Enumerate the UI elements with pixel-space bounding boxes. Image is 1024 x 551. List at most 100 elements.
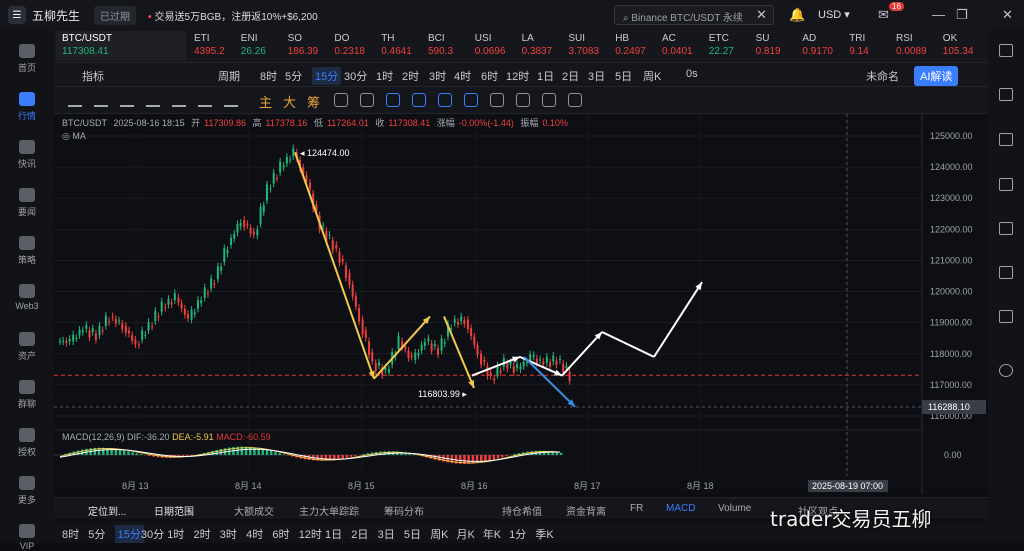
toolbar-item-16[interactable]: 周K — [643, 68, 661, 84]
period-11[interactable]: 2日 — [351, 526, 368, 542]
period-8[interactable]: 6时 — [272, 526, 289, 542]
expired-badge[interactable]: 已过期 — [94, 6, 136, 25]
minimize-icon[interactable]: — — [932, 7, 945, 22]
toolbar-item-1[interactable]: 周期 — [218, 68, 240, 84]
toolbar-item-15[interactable]: 5日 — [615, 68, 632, 84]
period-18[interactable]: 季K — [535, 526, 553, 542]
toolbar-item-3[interactable]: 5分 — [285, 68, 302, 84]
layout-select[interactable]: 未命名 — [866, 68, 899, 84]
draw-tool-icon[interactable] — [146, 93, 160, 107]
order-icon[interactable] — [999, 133, 1013, 146]
ticker-item[interactable]: SU0.819 — [756, 33, 796, 57]
draw-label-2[interactable]: 筹 — [307, 92, 320, 111]
ticker-item[interactable]: OK105.34 — [943, 33, 983, 57]
ticker-item[interactable]: USI0.0696 — [475, 33, 515, 57]
history-icon[interactable] — [999, 364, 1013, 377]
toolbar-item-6[interactable]: 1时 — [376, 68, 393, 84]
toolbar-item-14[interactable]: 3日 — [588, 68, 605, 84]
indicator-tab-4[interactable]: 筹码分布 — [384, 503, 424, 518]
toolbar-item-4[interactable]: 15分 — [312, 67, 341, 85]
toolbar-item-12[interactable]: 1日 — [537, 68, 554, 84]
period-0[interactable]: 8时 — [62, 526, 79, 542]
ticker-item[interactable]: TRI9.14 — [849, 33, 889, 57]
toolbar-item-9[interactable]: 4时 — [454, 68, 471, 84]
ticker-item[interactable]: BTC/USDT117308.41 — [56, 31, 186, 61]
nav-item-3[interactable]: 要闻 — [0, 188, 54, 218]
search-input[interactable]: ⌕ Binance BTC/USDT 永续 — [614, 5, 774, 25]
info-icon[interactable] — [999, 222, 1013, 235]
indicator-tab-9[interactable]: Volume — [718, 503, 751, 514]
nav-item-1[interactable]: 行情 — [0, 92, 54, 122]
indicator-tab-7[interactable]: FR — [630, 503, 643, 514]
period-16[interactable]: 年K — [483, 526, 501, 542]
grid-icon[interactable] — [999, 310, 1013, 323]
period-2[interactable]: 15分 — [115, 525, 144, 543]
draw-tool-icon[interactable] — [68, 93, 82, 107]
draw-label-1[interactable]: 大 — [283, 92, 296, 111]
period-6[interactable]: 3时 — [220, 526, 237, 542]
book-icon[interactable] — [999, 266, 1013, 279]
indicator-tab-2[interactable]: 大额成交 — [234, 503, 274, 518]
currency-select[interactable]: USD ▾ — [818, 8, 850, 21]
ticker-item[interactable]: AD0.9170 — [802, 33, 842, 57]
ticker-item[interactable]: SUI3.7083 — [568, 33, 608, 57]
ticker-item[interactable]: AC0.0401 — [662, 33, 702, 57]
nav-item-10[interactable]: VIP — [0, 524, 54, 551]
period-13[interactable]: 5日 — [404, 526, 421, 542]
tool-icon[interactable] — [438, 93, 452, 107]
period-17[interactable]: 1分 — [509, 526, 526, 542]
tool-icon[interactable] — [490, 93, 504, 107]
ticker-item[interactable]: LA0.3837 — [522, 33, 562, 57]
maximize-icon[interactable]: ❐ — [956, 7, 968, 23]
period-10[interactable]: 1日 — [325, 526, 342, 542]
toolbar-item-17[interactable]: 0s — [686, 68, 698, 80]
draw-tool-icon[interactable] — [198, 93, 212, 107]
nav-item-2[interactable]: 快讯 — [0, 140, 54, 170]
ticker-item[interactable]: RSI0.0089 — [896, 33, 936, 57]
tool-icon[interactable] — [542, 93, 556, 107]
chart-icon[interactable] — [999, 178, 1013, 191]
close-search-icon[interactable]: ✕ — [756, 7, 767, 23]
ticker-item[interactable]: HB0.2497 — [615, 33, 655, 57]
ticker-item[interactable]: TH0.4641 — [381, 33, 421, 57]
period-7[interactable]: 4时 — [246, 526, 263, 542]
draw-tool-icon[interactable] — [224, 93, 238, 107]
period-3[interactable]: 30分 — [141, 526, 164, 542]
ticker-item[interactable]: BCI590.3 — [428, 33, 468, 57]
ma-legend[interactable]: ◎ MA — [62, 131, 86, 142]
ticker-item[interactable]: SO186.39 — [288, 33, 328, 57]
tool-icon[interactable] — [568, 93, 582, 107]
tool-icon[interactable] — [360, 93, 374, 107]
mail-icon[interactable]: ✉ — [878, 7, 889, 23]
ticker-item[interactable]: DO0.2318 — [334, 33, 374, 57]
nav-item-8[interactable]: 授权 — [0, 428, 54, 458]
draw-label-0[interactable]: 主 — [259, 92, 272, 111]
indicator-tab-6[interactable]: 资金背离 — [566, 503, 606, 518]
period-12[interactable]: 3日 — [378, 526, 395, 542]
bell-icon[interactable]: 🔔 — [789, 7, 805, 23]
period-1[interactable]: 5分 — [88, 526, 105, 542]
draw-tool-icon[interactable] — [172, 93, 186, 107]
ticker-item[interactable]: ETI4395.2 — [194, 33, 234, 57]
tool-icon[interactable] — [412, 93, 426, 107]
ticker-item[interactable]: ENI26.26 — [241, 33, 281, 57]
indicator-tab-3[interactable]: 主力大单踪踪 — [299, 503, 359, 518]
tool-icon[interactable] — [516, 93, 530, 107]
nav-item-5[interactable]: Web3 — [0, 284, 54, 311]
toolbar-item-7[interactable]: 2时 — [402, 68, 419, 84]
nav-item-6[interactable]: 资产 — [0, 332, 54, 362]
ai-button[interactable]: AI解读 — [914, 66, 958, 86]
toolbar-item-0[interactable]: 指标 — [82, 68, 104, 84]
toolbar-item-5[interactable]: 30分 — [344, 68, 367, 84]
draw-tool-icon[interactable] — [120, 93, 134, 107]
indicator-tab-1[interactable]: 日期范围 — [154, 503, 194, 518]
toolbar-item-11[interactable]: 12时 — [506, 68, 529, 84]
period-4[interactable]: 1时 — [167, 526, 184, 542]
period-9[interactable]: 12时 — [299, 526, 322, 542]
toolbar-item-10[interactable]: 6时 — [481, 68, 498, 84]
period-15[interactable]: 月K — [457, 526, 475, 542]
period-5[interactable]: 2时 — [194, 526, 211, 542]
nav-item-0[interactable]: 首页 — [0, 44, 54, 74]
close-icon[interactable]: ✕ — [1002, 7, 1013, 23]
toolbar-item-13[interactable]: 2日 — [562, 68, 579, 84]
